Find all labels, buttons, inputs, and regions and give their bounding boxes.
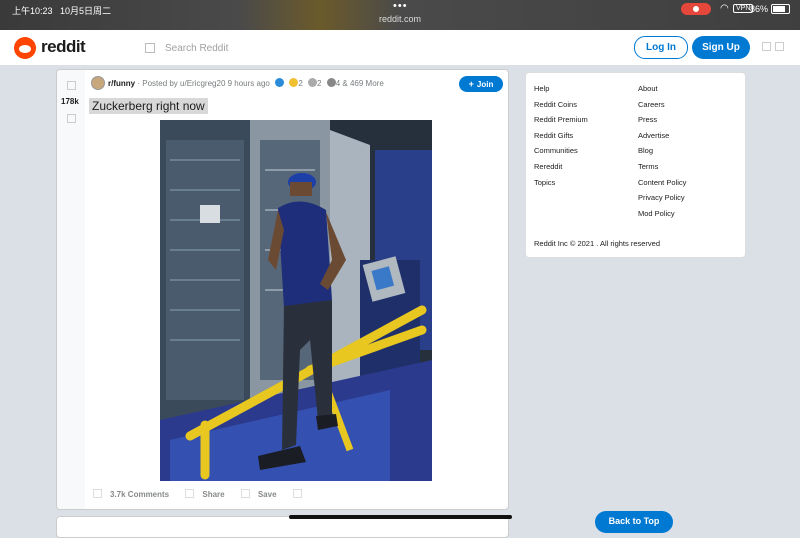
battery-percent: 86%	[750, 4, 769, 14]
join-button[interactable]: Join	[459, 76, 503, 92]
subreddit-link[interactable]: r/funny	[108, 79, 135, 88]
share-icon	[185, 489, 195, 498]
award-icon	[275, 78, 285, 87]
next-post-card[interactable]	[56, 516, 509, 538]
save-label: Save	[257, 490, 277, 499]
more-icon	[292, 489, 302, 498]
user-menu-icon[interactable]	[762, 42, 771, 51]
comments-button[interactable]: 3.7k Comments	[93, 489, 169, 499]
footer-link[interactable]: Rereddit	[534, 162, 588, 178]
footer-link[interactable]: Careers	[638, 100, 686, 116]
battery-icon	[771, 4, 790, 14]
post-score: 178k	[61, 97, 79, 106]
award-icon	[289, 78, 299, 87]
footer-link[interactable]: Reddit Gifts	[534, 131, 588, 147]
wifi-icon: ◠	[720, 3, 729, 14]
reddit-wordmark[interactable]: reddit	[41, 37, 86, 57]
post-actions: 3.7k Comments Share Save	[93, 489, 324, 499]
menu-icon[interactable]	[775, 42, 784, 51]
signup-button[interactable]: Sign Up	[692, 36, 750, 59]
more-options-button[interactable]	[292, 489, 310, 499]
post-title[interactable]: Zuckerberg right now	[89, 98, 208, 114]
footer-link[interactable]: Blog	[638, 146, 686, 162]
footer-link[interactable]: Reddit Premium	[534, 115, 588, 131]
reddit-logo-icon[interactable]	[14, 37, 36, 59]
record-indicator-icon	[681, 3, 711, 15]
home-indicator[interactable]	[289, 515, 512, 519]
save-icon	[240, 489, 250, 498]
comments-label: 3.7k Comments	[110, 490, 170, 499]
footer-links-panel: Help Reddit Coins Reddit Premium Reddit …	[525, 72, 746, 258]
tab-dots[interactable]: •••	[393, 0, 408, 12]
subreddit-avatar[interactable]	[91, 76, 105, 90]
status-bar: 上午10:23 10月5日周二 ••• reddit.com ◠ VPN 86%	[0, 0, 800, 30]
post-card[interactable]: 178k r/funny · Posted by u/Ericgreg20 9 …	[56, 69, 509, 510]
footer-link[interactable]: Reddit Coins	[534, 100, 588, 116]
save-button[interactable]: Save	[240, 489, 277, 499]
search-icon	[145, 43, 155, 53]
footer-links-col2: About Careers Press Advertise Blog Terms…	[638, 84, 686, 224]
footer-link[interactable]: Mod Policy	[638, 209, 686, 225]
more-awards[interactable]: & 469 More	[342, 79, 383, 88]
award-icon	[308, 78, 318, 87]
footer-link[interactable]: Content Policy	[638, 178, 686, 194]
footer-link[interactable]: Privacy Policy	[638, 193, 686, 209]
post-meta: r/funny · Posted by u/Ericgreg20 9 hours…	[108, 78, 384, 88]
share-label: Share	[202, 490, 225, 499]
footer-links-col1: Help Reddit Coins Reddit Premium Reddit …	[534, 84, 588, 193]
footer-link[interactable]: Communities	[534, 146, 588, 162]
footer-link[interactable]: Help	[534, 84, 588, 100]
footer-link[interactable]: Advertise	[638, 131, 686, 147]
share-button[interactable]: Share	[185, 489, 225, 499]
search-input[interactable]	[163, 39, 547, 57]
url-bar[interactable]: reddit.com	[0, 14, 800, 24]
footer-link[interactable]: Press	[638, 115, 686, 131]
downvote-icon[interactable]	[67, 114, 76, 123]
footer-link[interactable]: About	[638, 84, 686, 100]
vote-column: 178k	[57, 70, 85, 509]
login-button[interactable]: Log In	[634, 36, 688, 59]
footer-link[interactable]: Terms	[638, 162, 686, 178]
comment-icon	[93, 489, 102, 498]
award-icon	[326, 78, 336, 87]
post-image[interactable]	[160, 120, 432, 481]
award-count: 2	[317, 79, 322, 88]
footer-link[interactable]: Topics	[534, 178, 588, 194]
back-to-top-button[interactable]: Back to Top	[595, 511, 673, 533]
award-count: 4	[335, 79, 341, 88]
copyright-text: Reddit Inc © 2021 . All rights reserved	[534, 239, 661, 248]
site-header: reddit Log In Sign Up	[0, 30, 800, 65]
upvote-icon[interactable]	[67, 81, 76, 90]
award-count: 2	[298, 79, 303, 88]
posted-by[interactable]: · Posted by u/Ericgreg20 9 hours ago	[137, 79, 270, 88]
